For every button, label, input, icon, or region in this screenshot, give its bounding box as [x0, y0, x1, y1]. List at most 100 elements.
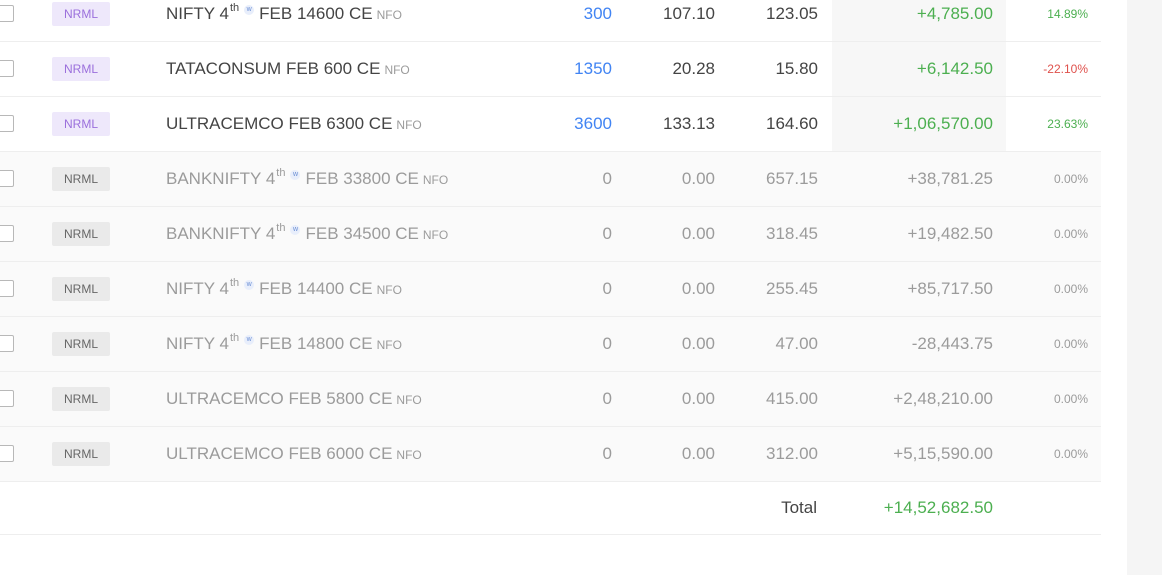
row-select[interactable]: [0, 207, 16, 261]
weekly-expiry-icon: w: [290, 170, 301, 180]
product-cell: NRML: [52, 372, 111, 426]
change-percent-cell: 0.00%: [1053, 282, 1088, 296]
position-row[interactable]: NRML NIFTY 4th w FEB 14400 CE NFO 0 0.00 255.45…: [0, 262, 1101, 317]
position-row[interactable]: NRML TATACONSUM FEB 600 CE NFO 1350 20.28 15.…: [0, 42, 1101, 97]
weekly-expiry-icon: w: [244, 335, 255, 345]
instrument-cell[interactable]: NIFTY 4th w FEB 14400 CE NFO: [166, 262, 402, 316]
instrument-cell[interactable]: ULTRACEMCO FEB 6300 CE NFO: [166, 97, 422, 151]
instrument-cell[interactable]: TATACONSUM FEB 600 CE NFO: [166, 42, 410, 96]
total-label: Total: [781, 498, 817, 517]
row-select[interactable]: [0, 152, 16, 206]
quantity-cell: 0: [602, 444, 612, 463]
pnl-cell: +38,781.25: [907, 169, 993, 188]
change-percent-cell: 0.00%: [1053, 172, 1088, 186]
instrument-symbol: NIFTY 4: [166, 4, 229, 23]
exchange-label: NFO: [384, 63, 410, 77]
instrument-cell[interactable]: NIFTY 4th w FEB 14600 CE NFO: [166, 0, 402, 41]
instrument-contract: FEB 14400 CE: [259, 279, 373, 298]
position-row[interactable]: NRML ULTRACEMCO FEB 6000 CE NFO 0 0.00 312.00…: [0, 427, 1101, 482]
product-badge: NRML: [52, 441, 111, 466]
avg-price-cell: 0.00: [681, 169, 715, 188]
change-percent-cell: 23.63%: [1047, 117, 1088, 131]
checkbox-icon[interactable]: [0, 225, 14, 242]
pnl-cell: +19,482.50: [907, 224, 993, 243]
change-percent-cell: 0.00%: [1053, 337, 1088, 351]
pnl-cell: +4,785.00: [916, 4, 993, 23]
row-select[interactable]: [0, 372, 16, 426]
weekly-expiry-icon: w: [244, 5, 255, 15]
instrument-contract: FEB 14600 CE: [259, 4, 373, 23]
instrument-symbol: TATACONSUM FEB 600 CE: [166, 59, 381, 78]
quantity-cell: 0: [602, 334, 612, 353]
instrument-symbol: NIFTY 4: [166, 279, 229, 298]
total-pnl-value: +14,52,682.50: [883, 498, 993, 517]
total-row: Total +14,52,682.50: [0, 482, 1101, 535]
instrument-symbol: ULTRACEMCO FEB 6300 CE: [166, 114, 393, 133]
ltp-cell: 123.05: [766, 4, 818, 23]
pnl-cell: +85,717.50: [907, 279, 993, 298]
position-row[interactable]: NRML NIFTY 4th w FEB 14600 CE NFO 300 107.10 12…: [0, 0, 1101, 42]
quantity-cell: 1350: [574, 59, 612, 78]
row-select[interactable]: [0, 262, 16, 316]
checkbox-icon[interactable]: [0, 390, 14, 407]
checkbox-icon[interactable]: [0, 280, 14, 297]
change-percent-cell: 0.00%: [1053, 392, 1088, 406]
checkbox-icon[interactable]: [0, 445, 14, 462]
product-badge: NRML: [52, 276, 111, 301]
pnl-cell: +5,15,590.00: [893, 444, 993, 463]
expiry-week-suffix: th: [229, 277, 240, 289]
instrument-symbol: ULTRACEMCO FEB 6000 CE: [166, 444, 393, 463]
avg-price-cell: 107.10: [663, 4, 715, 23]
position-row[interactable]: NRML BANKNIFTY 4th w FEB 33800 CE NFO 0 0.00 65…: [0, 152, 1101, 207]
avg-price-cell: 20.28: [672, 59, 715, 78]
ltp-cell: 318.45: [766, 224, 818, 243]
pnl-cell: -28,443.75: [911, 334, 993, 353]
quantity-cell: 0: [602, 224, 612, 243]
row-select[interactable]: [0, 317, 16, 371]
product-badge: NRML: [52, 1, 111, 26]
row-select[interactable]: [0, 97, 16, 151]
checkbox-icon[interactable]: [0, 115, 14, 132]
row-select[interactable]: [0, 427, 16, 481]
checkbox-icon[interactable]: [0, 60, 14, 77]
avg-price-cell: 0.00: [681, 334, 715, 353]
position-row[interactable]: NRML BANKNIFTY 4th w FEB 34500 CE NFO 0 0.00 31…: [0, 207, 1101, 262]
instrument-cell[interactable]: NIFTY 4th w FEB 14800 CE NFO: [166, 317, 402, 371]
product-badge: NRML: [52, 166, 111, 191]
ltp-cell: 312.00: [766, 444, 818, 463]
instrument-cell[interactable]: BANKNIFTY 4th w FEB 34500 CE NFO: [166, 207, 448, 261]
expiry-week-suffix: th: [229, 332, 240, 344]
product-cell: NRML: [52, 0, 111, 41]
instrument-cell[interactable]: ULTRACEMCO FEB 5800 CE NFO: [166, 372, 422, 426]
ltp-cell: 415.00: [766, 389, 818, 408]
checkbox-icon[interactable]: [0, 5, 14, 22]
ltp-cell: 47.00: [775, 334, 818, 353]
ltp-cell: 255.45: [766, 279, 818, 298]
exchange-label: NFO: [422, 228, 449, 242]
checkbox-icon[interactable]: [0, 335, 14, 352]
expiry-week-suffix: th: [276, 222, 286, 234]
exchange-label: NFO: [376, 283, 402, 297]
instrument-cell[interactable]: ULTRACEMCO FEB 6000 CE NFO: [166, 427, 422, 481]
ltp-cell: 657.15: [766, 169, 818, 188]
instrument-symbol: BANKNIFTY 4: [166, 169, 276, 188]
ltp-cell: 15.80: [775, 59, 818, 78]
instrument-contract: FEB 14800 CE: [259, 334, 373, 353]
product-badge: NRML: [52, 56, 111, 81]
avg-price-cell: 0.00: [681, 224, 715, 243]
quantity-cell: 300: [583, 4, 612, 23]
pnl-cell: +1,06,570.00: [893, 114, 993, 133]
expiry-week-suffix: th: [276, 167, 286, 179]
position-row[interactable]: NRML ULTRACEMCO FEB 6300 CE NFO 3600 133.13 1…: [0, 97, 1101, 152]
checkbox-icon[interactable]: [0, 170, 14, 187]
position-row[interactable]: NRML ULTRACEMCO FEB 5800 CE NFO 0 0.00 415.00…: [0, 372, 1101, 427]
exchange-label: NFO: [422, 173, 449, 187]
exchange-label: NFO: [376, 8, 402, 22]
instrument-symbol: ULTRACEMCO FEB 5800 CE: [166, 389, 393, 408]
position-row[interactable]: NRML NIFTY 4th w FEB 14800 CE NFO 0 0.00 47.00 -…: [0, 317, 1101, 372]
page-scrollbar[interactable]: [1127, 0, 1162, 575]
instrument-cell[interactable]: BANKNIFTY 4th w FEB 33800 CE NFO: [166, 152, 448, 206]
row-select[interactable]: [0, 0, 16, 41]
row-select[interactable]: [0, 42, 16, 96]
product-badge: NRML: [52, 111, 111, 136]
